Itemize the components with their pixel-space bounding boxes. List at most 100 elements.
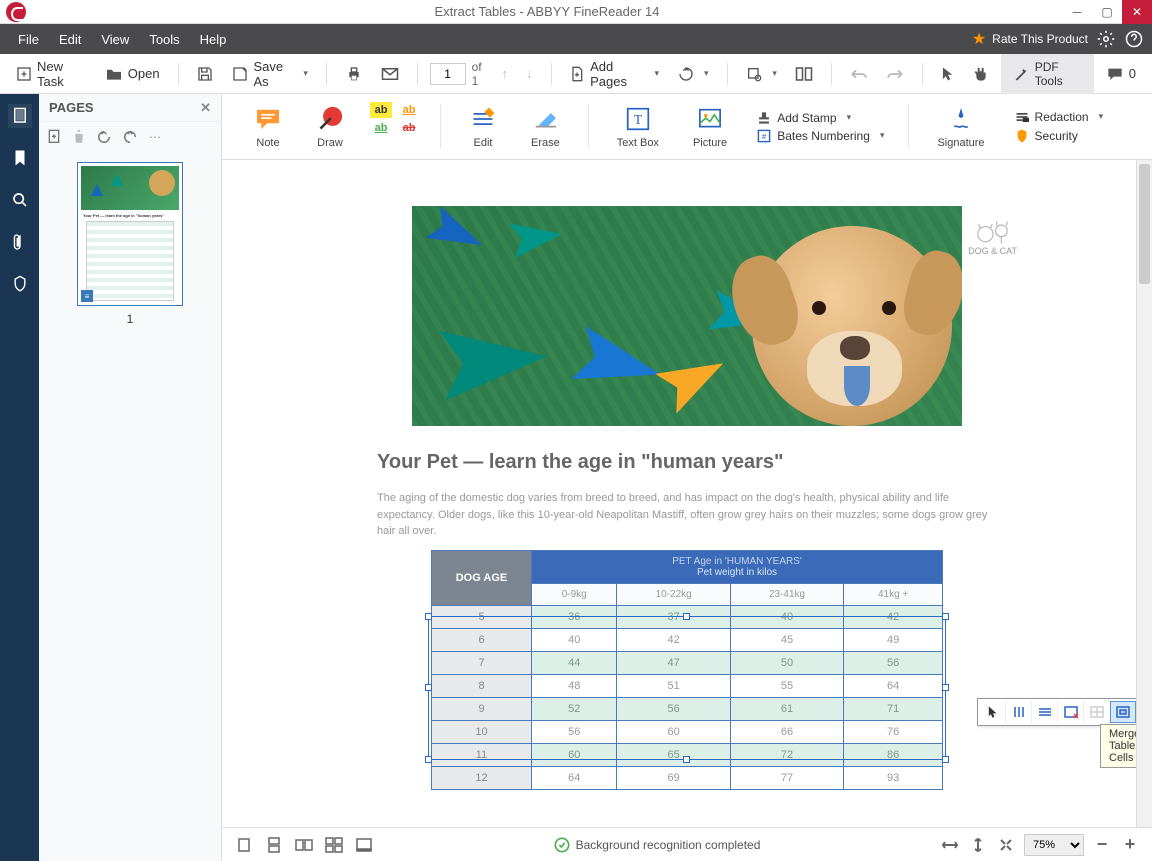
tab-bookmarks[interactable]: [8, 146, 32, 170]
redaction-button[interactable]: Redaction: [1015, 110, 1104, 124]
pan-button[interactable]: [967, 62, 995, 86]
minimize-button[interactable]: ─: [1062, 0, 1092, 24]
view-continuous-button[interactable]: [264, 835, 284, 855]
th-pet-human: PET Age in 'HUMAN YEARS' Pet weight in k…: [532, 550, 943, 583]
help-icon[interactable]: [1124, 29, 1144, 49]
zoom-in-button[interactable]: +: [1120, 835, 1140, 855]
comments-button[interactable]: 0: [1100, 61, 1142, 87]
picture-icon: [696, 105, 724, 133]
menu-edit[interactable]: Edit: [49, 32, 91, 47]
crop-button[interactable]: [739, 61, 783, 87]
check-icon: [554, 837, 570, 853]
svg-text:T: T: [634, 112, 643, 127]
split-button[interactable]: [789, 61, 819, 87]
menu-help[interactable]: Help: [190, 32, 237, 47]
redo-button[interactable]: [880, 64, 910, 84]
settings-icon[interactable]: [1096, 29, 1116, 49]
add-pages-button[interactable]: Add Pages: [563, 55, 665, 93]
add-stamp-button[interactable]: Add Stamp: [757, 111, 884, 125]
split-icon: [795, 65, 813, 83]
vertical-scrollbar[interactable]: [1136, 160, 1152, 827]
page-down-button[interactable]: ↓: [520, 62, 539, 85]
redaction-label: Redaction: [1035, 110, 1089, 124]
delete-thumb-icon[interactable]: [73, 130, 85, 144]
underline-button[interactable]: ab: [398, 102, 420, 118]
add-thumb-icon[interactable]: [47, 129, 61, 145]
panel-close-icon[interactable]: ✕: [200, 100, 211, 116]
brand-logo: DOG & CAT: [968, 214, 1017, 256]
rate-product-button[interactable]: ★ Rate This Product: [972, 29, 1088, 49]
zoom-out-button[interactable]: −: [1092, 835, 1112, 855]
new-task-button[interactable]: New Task: [10, 55, 93, 93]
tab-attachments[interactable]: [8, 230, 32, 254]
picture-button[interactable]: Picture: [681, 98, 739, 155]
rotate-right-icon[interactable]: [123, 130, 137, 144]
pet-age-table[interactable]: DOG AGE PET Age in 'HUMAN YEARS' Pet wei…: [431, 550, 943, 790]
print-button[interactable]: [339, 61, 369, 87]
comment-icon: [1106, 65, 1124, 83]
menu-file[interactable]: File: [8, 32, 49, 47]
tab-signatures[interactable]: [8, 272, 32, 296]
note-button[interactable]: Note: [242, 98, 294, 155]
rate-label: Rate This Product: [992, 32, 1088, 46]
text-box-button[interactable]: T Text Box: [605, 98, 671, 155]
menu-view[interactable]: View: [91, 32, 139, 47]
draw-icon: [316, 105, 344, 133]
delete-split-button[interactable]: [1058, 701, 1084, 723]
page-up-button[interactable]: ↑: [496, 62, 515, 85]
thumb-number: 1: [49, 312, 211, 326]
highlight-green-button[interactable]: ab: [370, 120, 392, 136]
undo-button[interactable]: [844, 64, 874, 84]
merge-cells-button[interactable]: [1110, 701, 1136, 723]
actual-size-button[interactable]: [996, 835, 1016, 855]
add-vsplit-button[interactable]: [1006, 701, 1032, 723]
rotate-button[interactable]: [671, 61, 715, 87]
fit-page-button[interactable]: [968, 835, 988, 855]
rotate-left-icon[interactable]: [97, 130, 111, 144]
table-row: 536374042: [432, 605, 943, 628]
close-button[interactable]: ✕: [1122, 0, 1152, 24]
view-single-button[interactable]: [234, 835, 254, 855]
strikethrough-button[interactable]: ab: [398, 120, 420, 136]
view-facing-cont-button[interactable]: [324, 835, 344, 855]
split-cells-button[interactable]: [1084, 701, 1110, 723]
save-button[interactable]: [190, 61, 220, 87]
document-canvas[interactable]: DOG & CAT Your Pet — learn the age in "h: [222, 160, 1152, 827]
edit-ribbon: Note Draw ab ab ab ab: [222, 94, 1152, 160]
draw-button[interactable]: Draw: [304, 98, 356, 155]
highlight-yellow-button[interactable]: ab: [370, 102, 392, 118]
page-thumbnail[interactable]: Your Pet — learn the age in "human years…: [77, 162, 183, 306]
save-icon: [196, 65, 214, 83]
more-icon[interactable]: ⋯: [149, 130, 161, 144]
tab-pages[interactable]: [8, 104, 32, 128]
menu-bar: File Edit View Tools Help ★ Rate This Pr…: [0, 24, 1152, 54]
bates-button[interactable]: # Bates Numbering: [757, 129, 884, 143]
add-hsplit-button[interactable]: [1032, 701, 1058, 723]
zoom-select[interactable]: 75%: [1024, 834, 1084, 856]
stamp-icon: [757, 111, 771, 125]
wand-icon: [1013, 66, 1029, 82]
thumb-badge-icon: ≡: [81, 290, 93, 302]
menu-tools[interactable]: Tools: [139, 32, 189, 47]
signature-button[interactable]: Signature: [925, 98, 996, 155]
add-page-icon: [569, 65, 585, 83]
open-button[interactable]: Open: [99, 61, 166, 87]
status-bar: Background recognition completed 75% − +: [222, 827, 1152, 861]
view-fullscreen-button[interactable]: [354, 835, 374, 855]
email-button[interactable]: [375, 61, 405, 87]
erase-button[interactable]: Erase: [519, 98, 572, 155]
pdf-tools-button[interactable]: PDF Tools: [1001, 54, 1094, 94]
maximize-button[interactable]: ▢: [1092, 0, 1122, 24]
pointer-button[interactable]: [935, 62, 961, 86]
pdf-tools-label: PDF Tools: [1035, 60, 1082, 88]
fit-width-button[interactable]: [940, 835, 960, 855]
view-facing-button[interactable]: [294, 835, 314, 855]
security-button[interactable]: Security: [1015, 128, 1104, 144]
page-number-input[interactable]: [430, 63, 466, 85]
main-toolbar: New Task Open Save As of 1 ↑ ↓ Add Pages: [0, 54, 1152, 94]
add-stamp-label: Add Stamp: [777, 111, 836, 125]
select-cell-button[interactable]: [980, 701, 1006, 723]
edit-button[interactable]: Edit: [457, 98, 509, 155]
tab-search[interactable]: [8, 188, 32, 212]
save-as-button[interactable]: Save As: [226, 55, 313, 93]
